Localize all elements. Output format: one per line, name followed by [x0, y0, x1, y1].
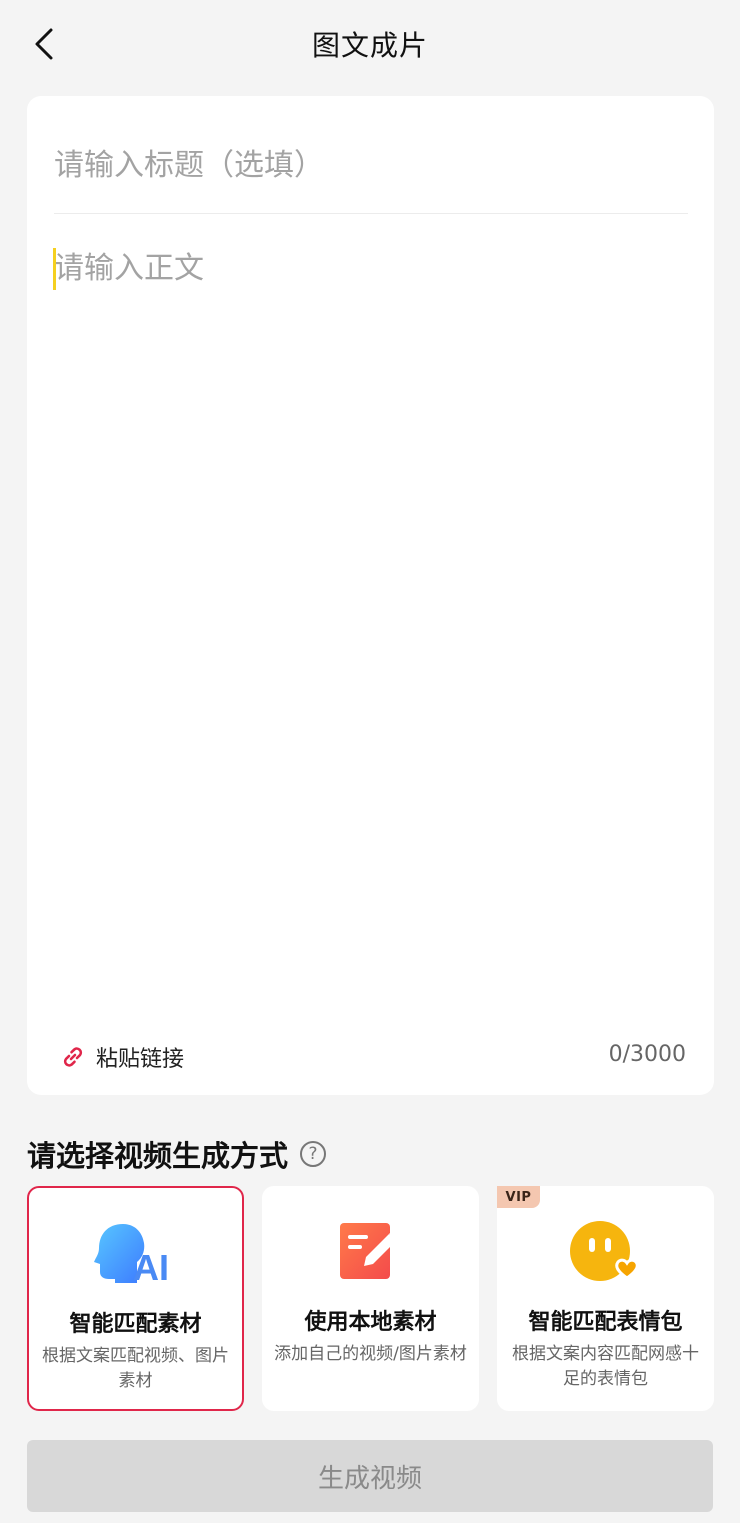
- mode-title: 智能匹配素材: [69, 1312, 202, 1337]
- body-input[interactable]: [54, 242, 688, 1022]
- divider: [54, 213, 688, 214]
- generate-video-button[interactable]: 生成视频: [27, 1440, 713, 1512]
- mode-option-smart-match[interactable]: AI 智能匹配素材 根据文案匹配视频、图片素材: [27, 1186, 244, 1411]
- mode-description: 添加自己的视频/图片素材: [274, 1344, 467, 1364]
- mode-option-emoji-match[interactable]: VIP 智能匹配表情包 根据文案内容匹配网感十足的表情包: [497, 1186, 714, 1411]
- section-title: 请选择视频生成方式: [27, 1139, 289, 1173]
- emoji-face-icon: [497, 1216, 714, 1286]
- paste-link-button[interactable]: 粘贴链接: [60, 1040, 184, 1074]
- text-caret: [53, 248, 56, 290]
- vip-badge: VIP: [497, 1186, 540, 1208]
- svg-text:AI: AI: [133, 1247, 169, 1284]
- mode-section-header: 请选择视频生成方式 ?: [27, 1134, 327, 1174]
- edit-note-icon: [262, 1216, 479, 1286]
- paste-link-label: 粘贴链接: [96, 1047, 185, 1072]
- mode-title: 使用本地素材: [304, 1310, 437, 1335]
- ai-head-icon: AI: [29, 1218, 242, 1288]
- link-icon: [63, 1047, 83, 1067]
- title-input[interactable]: [54, 140, 688, 190]
- top-bar: 图文成片: [0, 0, 740, 90]
- page-title: 图文成片: [311, 29, 428, 62]
- mode-title: 智能匹配表情包: [528, 1310, 683, 1335]
- editor-card: 粘贴链接 0/3000: [27, 96, 714, 1095]
- mode-option-local-material[interactable]: 使用本地素材 添加自己的视频/图片素材: [262, 1186, 479, 1411]
- mode-description: 根据文案内容匹配网感十足的表情包: [512, 1344, 699, 1389]
- char-count: 0/3000: [608, 1042, 686, 1067]
- mode-description: 根据文案匹配视频、图片素材: [42, 1346, 229, 1391]
- help-icon[interactable]: ?: [300, 1141, 327, 1167]
